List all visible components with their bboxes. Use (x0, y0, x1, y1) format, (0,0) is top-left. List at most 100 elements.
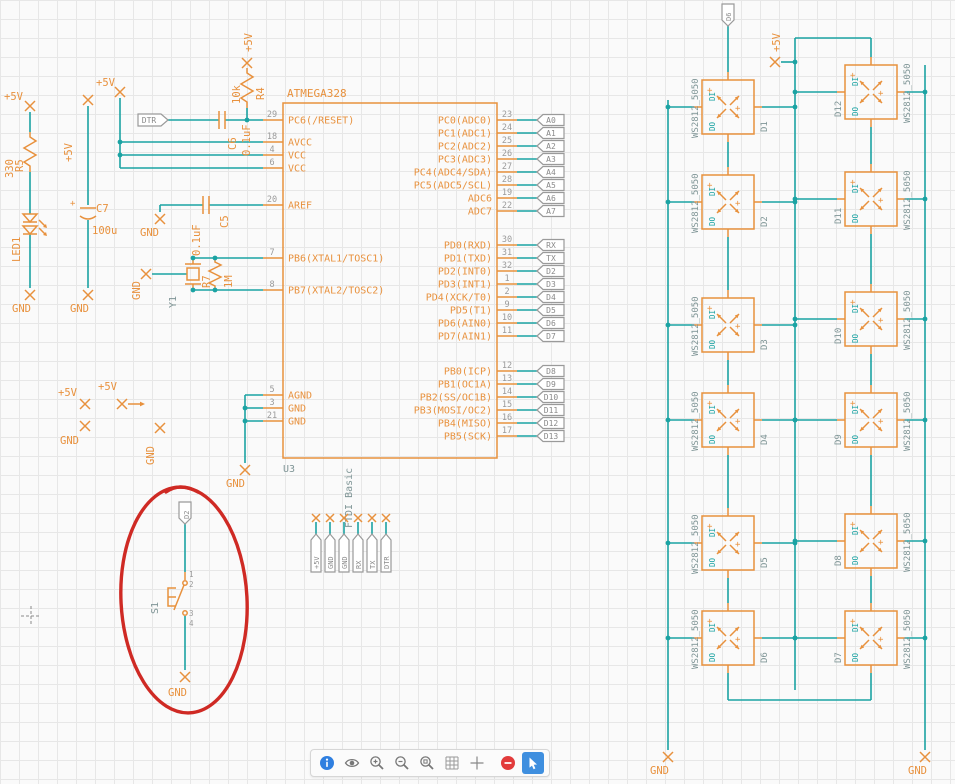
zoom-out-button[interactable] (391, 752, 413, 774)
pin-do: DO (851, 555, 860, 565)
zoom-in-button[interactable] (366, 752, 388, 774)
pin-name: PC0(ADC0) (438, 116, 492, 127)
polarity-plus: + (735, 417, 741, 427)
select-tool-button[interactable] (522, 752, 544, 774)
pin-name: PD4(XCK/T0) (426, 293, 492, 304)
led-branch-wires[interactable] (668, 92, 925, 638)
pin-number: 18 (267, 132, 277, 142)
capacitor-c7[interactable]: +5V + C7 100u GND (63, 142, 117, 315)
led-module-d4[interactable]: ++DIDOWS2812_5050D4 (691, 385, 770, 455)
ftdi-pin-flag[interactable]: +5V (311, 514, 321, 572)
polarity-plus: + (878, 89, 884, 99)
ic-pin[interactable]: 7PB6(XTAL1/TOSC1) (263, 248, 384, 265)
remove-button[interactable] (497, 752, 519, 774)
gnd-flag-leds-right[interactable]: GND (908, 765, 927, 777)
pin-do: DO (851, 652, 860, 662)
flag-label: D6 (725, 13, 733, 21)
power-symbol-x (155, 423, 165, 433)
crystal-y1[interactable]: Y1 GND (131, 258, 201, 308)
ic-refdes: U3 (283, 464, 295, 475)
led-module-d5[interactable]: ++DIDOWS2812_5050D5 (691, 508, 770, 578)
pin-number: 4 (189, 619, 194, 628)
wire-junction (118, 153, 123, 158)
led-module-d2[interactable]: ++DIDOWS2812_5050D2 (691, 167, 770, 237)
resistor-r7[interactable]: R7 1M (201, 258, 235, 290)
resistor-r4[interactable]: +5V 10k R4 (231, 32, 267, 108)
info-button[interactable] (316, 752, 338, 774)
pin-name: GND (288, 404, 306, 415)
pin-name: GND (288, 417, 306, 428)
led-module-d10[interactable]: ++DIDOWS2812_5050D10 (834, 284, 913, 354)
pin-di: DI (708, 92, 717, 101)
ic-pin[interactable]: 20AREF (263, 195, 312, 212)
eye-button[interactable] (341, 752, 363, 774)
zoom-page-icon (419, 755, 435, 771)
pin-name: PC2(ADC2) (438, 142, 492, 153)
led-refdes: D10 (834, 328, 844, 344)
schematic-canvas[interactable]: ATMEGA328 U3 29PC6(/RESET)18AVCC4VCC6VCC… (0, 0, 955, 784)
ftdi-pin-flag[interactable]: GND (325, 514, 335, 572)
led-module-d6[interactable]: ++DIDOWS2812_5050D6 (691, 603, 770, 673)
power-pin-x (326, 514, 334, 522)
ftdi-pin-flag[interactable]: DTR (381, 514, 391, 572)
wire-junction (793, 317, 798, 322)
wire-junction (191, 256, 196, 261)
pin-di: DI (708, 310, 717, 319)
gnd-flag-leds-left[interactable]: GND (650, 765, 669, 777)
pin-name: PD0(RXD) (444, 241, 492, 252)
pin-number: 24 (502, 123, 512, 133)
power-flag-5v-leds[interactable]: +5V (771, 32, 783, 52)
pin-number: 12 (502, 361, 512, 371)
wire-junction (666, 541, 671, 546)
ftdi-pin-flag[interactable]: TX (367, 514, 377, 572)
pin-do: DO (708, 121, 717, 131)
led-module-d11[interactable]: ++DIDOWS2812_5050D11 (834, 164, 913, 234)
part-value: 0.1uF (191, 224, 203, 256)
led-part-label: WS2812_5050 (691, 296, 701, 356)
net-label-5v: +5V (4, 91, 24, 103)
capacitor-c6[interactable]: C6 0.1uF (219, 111, 253, 156)
pin-name: AVCC (288, 138, 312, 149)
led-module-d7[interactable]: ++DIDOWS2812_5050D7 (834, 603, 913, 673)
ic-pin[interactable]: 8PB7(XTAL2/TOSC2) (263, 280, 384, 297)
led-led1[interactable]: LED1 GND (11, 214, 47, 315)
pin-di: DI (708, 528, 717, 537)
wire-junction (666, 323, 671, 328)
led-module-d12[interactable]: ++DIDOWS2812_5050D12 (834, 57, 913, 127)
wire-junction (213, 256, 218, 261)
led-module-d8[interactable]: ++DIDOWS2812_5050D8 (834, 506, 913, 576)
net-label-gnd: GND (70, 303, 89, 315)
led-module-d9[interactable]: ++DIDOWS2812_5050D9 (834, 385, 913, 455)
pin-name: PC4(ADC4/SDA) (414, 168, 492, 179)
led-chain-input-flag[interactable]: D6 (722, 4, 734, 26)
origin-button[interactable] (466, 752, 488, 774)
power-flag-5v-avcc[interactable]: +5V (96, 77, 116, 89)
led-part-label: WS2812_5050 (903, 609, 913, 669)
led-refdes: D4 (760, 434, 770, 445)
wire-junction (923, 90, 928, 95)
select-cursor-icon (525, 755, 541, 771)
led-module-d1[interactable]: ++DIDOWS2812_5050D1 (691, 72, 770, 142)
pin-name: VCC (288, 164, 306, 175)
led-module-d3[interactable]: ++DIDOWS2812_5050D3 (691, 290, 770, 360)
ic-pin[interactable]: 29PC6(/RESET) (263, 110, 354, 127)
led-refdes: D11 (834, 208, 844, 224)
net-label-gnd: GND (12, 303, 31, 315)
dtr-net-flag[interactable]: DTR (138, 114, 168, 126)
flag-label: D7 (546, 332, 556, 341)
part-value: 0.1uF (241, 124, 253, 156)
zoom-page-button[interactable] (416, 752, 438, 774)
wire-junction (666, 418, 671, 423)
grid-button[interactable] (441, 752, 463, 774)
view-toolbar (310, 749, 550, 777)
power-pin-x (312, 514, 320, 522)
pin-number: 13 (502, 374, 512, 384)
wire-junction (243, 419, 248, 424)
power-flags-middle[interactable]: +5V +5V GND GND (58, 381, 157, 465)
switch-s1[interactable]: D2 1 2 3 4 S1 GND (150, 502, 194, 699)
flag-label: A3 (546, 155, 556, 164)
polarity-plus: + (878, 316, 884, 326)
gnd-rail-mcu[interactable]: GND (226, 478, 245, 490)
pin-number: 3 (269, 398, 274, 408)
pin-number: 10 (502, 313, 512, 323)
